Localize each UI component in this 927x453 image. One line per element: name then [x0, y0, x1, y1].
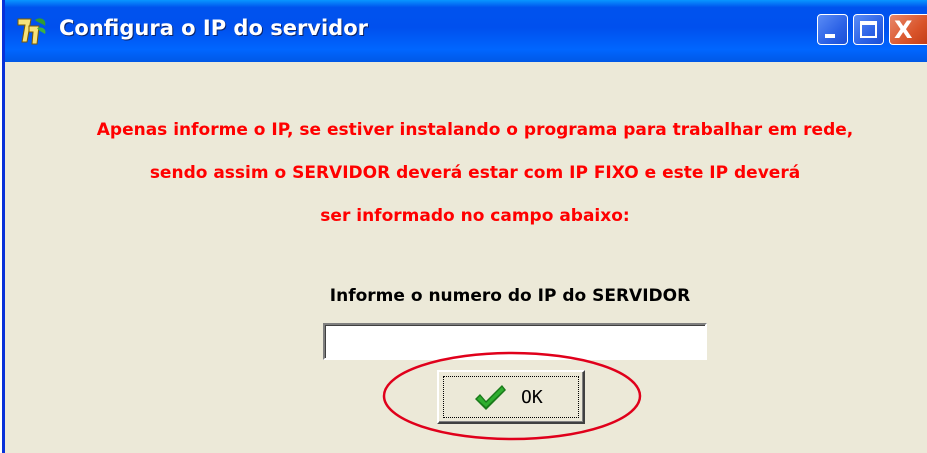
- focus-rectangle: [443, 376, 579, 418]
- info-message-line-1: Apenas informe o IP, se estiver instalan…: [96, 120, 854, 140]
- ok-button-label: OK: [521, 387, 543, 408]
- minimize-icon: [825, 34, 835, 38]
- close-icon: X: [894, 16, 913, 44]
- info-message-line-3: ser informado no campo abaixo:: [320, 206, 630, 226]
- ip-field-label: Informe o numero do IP do SERVIDOR: [329, 286, 691, 306]
- app-logo-icon: [17, 18, 46, 45]
- ok-button[interactable]: OK: [437, 370, 585, 424]
- maximize-button[interactable]: [853, 14, 884, 45]
- info-message-line-2: sendo assim o SERVIDOR deverá estar com …: [149, 163, 801, 183]
- minimize-button[interactable]: [817, 14, 848, 45]
- checkmark-icon: [475, 385, 506, 410]
- dialog-window: Configura o IP do servidor X Apenas info…: [2, 0, 927, 453]
- maximize-icon: [860, 21, 877, 38]
- window-title: Configura o IP do servidor: [59, 16, 369, 40]
- title-bar[interactable]: Configura o IP do servidor X: [5, 0, 927, 62]
- close-button[interactable]: X: [889, 14, 927, 45]
- server-ip-input[interactable]: [323, 323, 707, 360]
